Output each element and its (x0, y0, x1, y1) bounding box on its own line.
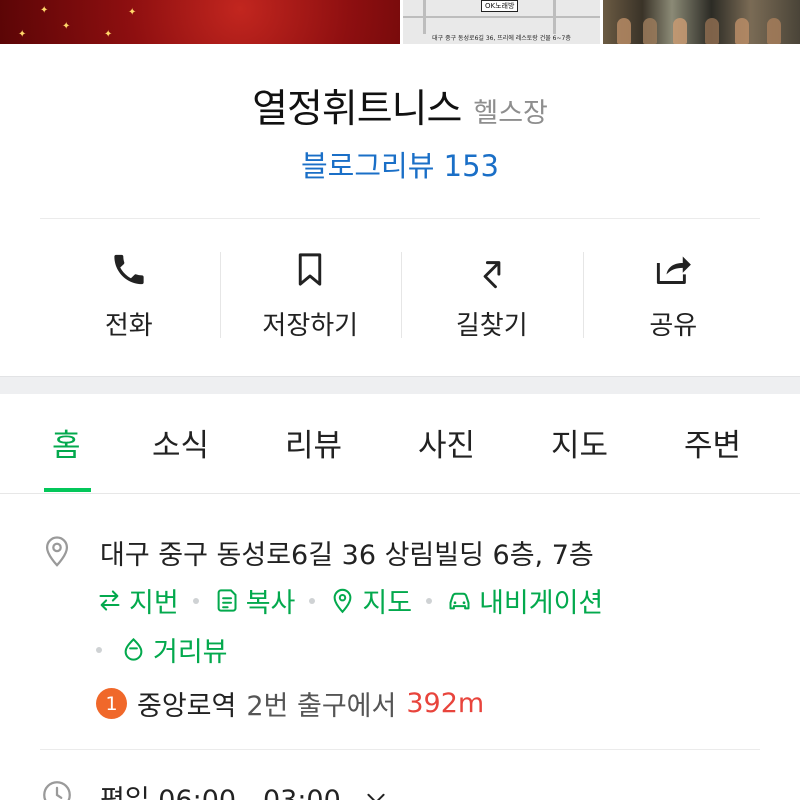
station-distance: 392m (406, 688, 485, 719)
bookmark-icon (299, 253, 322, 286)
tab-nearby[interactable]: 주변 (684, 420, 741, 465)
clock-icon (43, 781, 71, 800)
directions-button[interactable]: 길찾기 (401, 250, 583, 342)
separator-dot (192, 597, 199, 604)
separator-dot (426, 597, 433, 604)
hours-text: 평일 06:00 - 03:00 (100, 778, 341, 800)
address-text: 대구 중구 동성로6길 36 상림빌딩 6층, 7층 (100, 540, 594, 571)
copy-button[interactable]: 복사 (213, 581, 296, 620)
active-tab-indicator (44, 488, 91, 492)
address-actions-more: 거리뷰 (96, 630, 228, 669)
jibun-button[interactable]: 지번 (96, 581, 179, 620)
navigation-button[interactable]: 내비게이션 (446, 581, 603, 620)
share-label: 공유 (649, 311, 698, 341)
share-button[interactable]: 공유 (582, 250, 765, 342)
swap-arrows-icon (99, 590, 120, 611)
call-button[interactable]: 전화 (38, 250, 220, 342)
chevron-down-icon (367, 793, 385, 800)
tab-news[interactable]: 소식 (152, 420, 209, 465)
jibun-label: 지번 (129, 588, 179, 619)
tab-bar: 홈 소식 리뷰 사진 지도 주변 (0, 396, 800, 494)
blog-review-link[interactable]: 블로그리뷰 153 (0, 143, 800, 185)
divider (40, 218, 760, 219)
share-icon (657, 256, 692, 284)
divider (40, 749, 760, 750)
street-view-label: 거리뷰 (153, 637, 228, 668)
action-bar: 전화 저장하기 길찾기 공유 (38, 250, 764, 342)
directions-icon (483, 261, 501, 289)
place-category: 헬스장 (473, 98, 548, 129)
location-pin-icon (45, 536, 69, 567)
tab-home[interactable]: 홈 (52, 420, 81, 465)
street-view-icon (124, 637, 143, 661)
business-hours[interactable]: 평일 06:00 - 03:00 (100, 778, 389, 800)
photo-strip[interactable]: ✦ ✦ ✦ ✦ ✦ OK노래방 대구 중구 동성로6길 36, 뜨리에 레스토랑… (0, 0, 800, 44)
address-actions: 지번 복사 지도 내비게이션 (96, 581, 603, 620)
place-name: 열정휘트니스 (252, 87, 462, 132)
save-button[interactable]: 저장하기 (219, 250, 402, 342)
station-name: 중앙로역 (137, 691, 237, 722)
photo-thumbnail-map[interactable]: OK노래방 대구 중구 동성로6길 36, 뜨리에 레스토랑 건물 6~7층 (403, 0, 600, 44)
copy-icon (217, 589, 237, 612)
copy-label: 복사 (245, 588, 296, 619)
call-label: 전화 (104, 311, 153, 341)
directions-label: 길찾기 (455, 311, 528, 341)
map-pin-icon (333, 588, 352, 614)
section-separator (0, 376, 800, 394)
phone-icon (114, 254, 144, 285)
navigation-label: 내비게이션 (479, 588, 604, 619)
subway-line-badge: 1 (96, 688, 127, 719)
map-label: 지도 (362, 588, 413, 619)
subway-info: 1 중앙로역 2번 출구에서 392m (96, 684, 484, 723)
save-label: 저장하기 (262, 311, 359, 341)
separator-dot (96, 646, 102, 653)
map-caption: 대구 중구 동성로6길 36, 뜨리에 레스토랑 건물 6~7층 (432, 35, 571, 42)
photo-thumbnail-interior[interactable]: ✦ ✦ ✦ ✦ ✦ (0, 0, 400, 44)
map-button[interactable]: 지도 (329, 581, 412, 620)
station-exit: 2번 출구에서 (246, 691, 397, 722)
title-row: 열정휘트니스 헬스장 (0, 78, 800, 134)
street-view-button[interactable]: 거리뷰 (120, 630, 228, 669)
separator-dot (309, 597, 316, 604)
car-icon (449, 592, 470, 610)
map-poi-label: OK노래방 (481, 0, 519, 12)
tab-map[interactable]: 지도 (551, 420, 608, 465)
photo-thumbnail-gym[interactable] (603, 0, 800, 44)
tab-photos[interactable]: 사진 (418, 420, 475, 465)
tab-reviews[interactable]: 리뷰 (285, 420, 342, 465)
